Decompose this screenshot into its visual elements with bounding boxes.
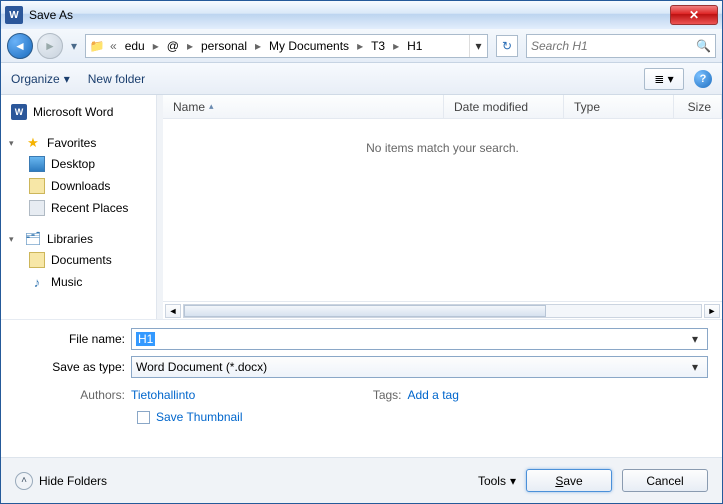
star-icon: ★ — [25, 135, 41, 151]
scroll-track[interactable] — [183, 304, 702, 318]
chevron-down-icon: ▾ — [64, 72, 70, 86]
navigation-pane: WMicrosoft Word ▾★Favorites Desktop Down… — [1, 95, 157, 319]
back-button[interactable]: ◄ — [7, 33, 33, 59]
sidebar-item-documents[interactable]: Documents — [7, 249, 156, 271]
documents-icon — [29, 252, 45, 268]
horizontal-scrollbar[interactable]: ◄ ► — [163, 301, 722, 319]
sidebar-item-word[interactable]: WMicrosoft Word — [7, 101, 156, 123]
view-options-button[interactable]: ≣ ▾ — [644, 68, 684, 90]
toolbar: Organize ▾ New folder ≣ ▾ ? — [1, 63, 722, 95]
search-box[interactable]: 🔍 — [526, 34, 716, 58]
column-date[interactable]: Date modified — [444, 95, 564, 118]
chevron-down-icon: ▾ — [510, 474, 516, 488]
search-input[interactable] — [531, 39, 696, 53]
breadcrumb-overflow[interactable]: « — [108, 39, 119, 53]
scroll-left-button[interactable]: ◄ — [165, 304, 181, 318]
word-app-icon: W — [5, 6, 23, 24]
hide-folders-button[interactable]: ˄ Hide Folders — [15, 472, 107, 490]
tools-menu[interactable]: Tools ▾ — [478, 474, 516, 488]
authors-label: Authors: — [15, 388, 125, 402]
new-folder-button[interactable]: New folder — [88, 72, 145, 86]
sidebar-item-downloads[interactable]: Downloads — [7, 175, 156, 197]
forward-button[interactable]: ► — [37, 33, 63, 59]
breadcrumb-item[interactable]: personal — [195, 35, 253, 57]
footer: ˄ Hide Folders Tools ▾ Save Cancel — [1, 457, 722, 503]
close-button[interactable]: ✕ — [670, 5, 718, 25]
sidebar-item-music[interactable]: ♪Music — [7, 271, 156, 293]
sort-indicator-icon: ▴ — [209, 101, 214, 112]
save-thumbnail-checkbox[interactable] — [137, 411, 150, 424]
breadcrumb-item[interactable]: T3 — [365, 35, 391, 57]
savetype-value: Word Document (*.docx) — [136, 360, 267, 374]
chevron-up-icon: ˄ — [15, 472, 33, 490]
tags-label: Tags: — [362, 388, 402, 402]
scroll-right-button[interactable]: ► — [704, 304, 720, 318]
recent-locations-dropdown[interactable]: ▾ — [67, 35, 81, 57]
collapse-icon: ▾ — [9, 234, 19, 245]
empty-message: No items match your search. — [163, 119, 722, 301]
nav-bar: ◄ ► ▾ 📁 « edu▸ @▸ personal▸ My Documents… — [1, 29, 722, 63]
savetype-dropdown[interactable]: ▾ — [687, 360, 703, 374]
collapse-icon: ▾ — [9, 138, 19, 149]
save-button[interactable]: Save — [526, 469, 612, 492]
scroll-thumb[interactable] — [184, 305, 546, 317]
filename-label: File name: — [15, 332, 125, 346]
column-name[interactable]: Name▴ — [163, 95, 444, 118]
breadcrumb-item[interactable]: My Documents — [263, 35, 355, 57]
tags-value[interactable]: Add a tag — [408, 388, 459, 402]
save-thumbnail-label[interactable]: Save Thumbnail — [156, 410, 243, 424]
organize-button[interactable]: Organize ▾ — [11, 72, 70, 86]
sidebar-item-desktop[interactable]: Desktop — [7, 153, 156, 175]
titlebar: W Save As ✕ — [1, 1, 722, 29]
filename-field[interactable]: H1 ▾ — [131, 328, 708, 350]
filename-dropdown[interactable]: ▾ — [687, 332, 703, 346]
window-title: Save As — [29, 8, 73, 22]
savetype-field[interactable]: Word Document (*.docx) ▾ — [131, 356, 708, 378]
word-icon: W — [11, 104, 27, 120]
breadcrumb-item[interactable]: @ — [161, 35, 185, 57]
filename-value[interactable]: H1 — [136, 332, 155, 346]
folder-icon: 📁 — [86, 39, 108, 53]
column-headers: Name▴ Date modified Type Size — [163, 95, 722, 119]
sidebar-item-recent[interactable]: Recent Places — [7, 197, 156, 219]
desktop-icon — [29, 156, 45, 172]
downloads-icon — [29, 178, 45, 194]
column-type[interactable]: Type — [564, 95, 674, 118]
help-button[interactable]: ? — [694, 70, 712, 88]
column-size[interactable]: Size — [674, 95, 722, 118]
sidebar-group-libraries[interactable]: ▾🗂Libraries — [7, 229, 156, 249]
music-icon: ♪ — [29, 274, 45, 290]
refresh-button[interactable]: ↻ — [496, 35, 518, 57]
recent-icon — [29, 200, 45, 216]
breadcrumb-item[interactable]: edu — [119, 35, 151, 57]
search-icon[interactable]: 🔍 — [696, 39, 711, 53]
savetype-label: Save as type: — [15, 360, 125, 374]
breadcrumb-bar[interactable]: 📁 « edu▸ @▸ personal▸ My Documents▸ T3▸ … — [85, 34, 488, 58]
libraries-icon: 🗂 — [25, 231, 41, 247]
save-as-dialog: W Save As ✕ ◄ ► ▾ 📁 « edu▸ @▸ personal▸ … — [0, 0, 723, 504]
breadcrumb-item[interactable]: H1 — [401, 35, 428, 57]
sidebar-group-favorites[interactable]: ▾★Favorites — [7, 133, 156, 153]
breadcrumb-dropdown[interactable]: ▾ — [469, 35, 487, 57]
file-list: Name▴ Date modified Type Size No items m… — [163, 95, 722, 319]
cancel-button[interactable]: Cancel — [622, 469, 708, 492]
form-area: File name: H1 ▾ Save as type: Word Docum… — [1, 319, 722, 430]
authors-value[interactable]: Tietohallinto — [131, 388, 195, 402]
